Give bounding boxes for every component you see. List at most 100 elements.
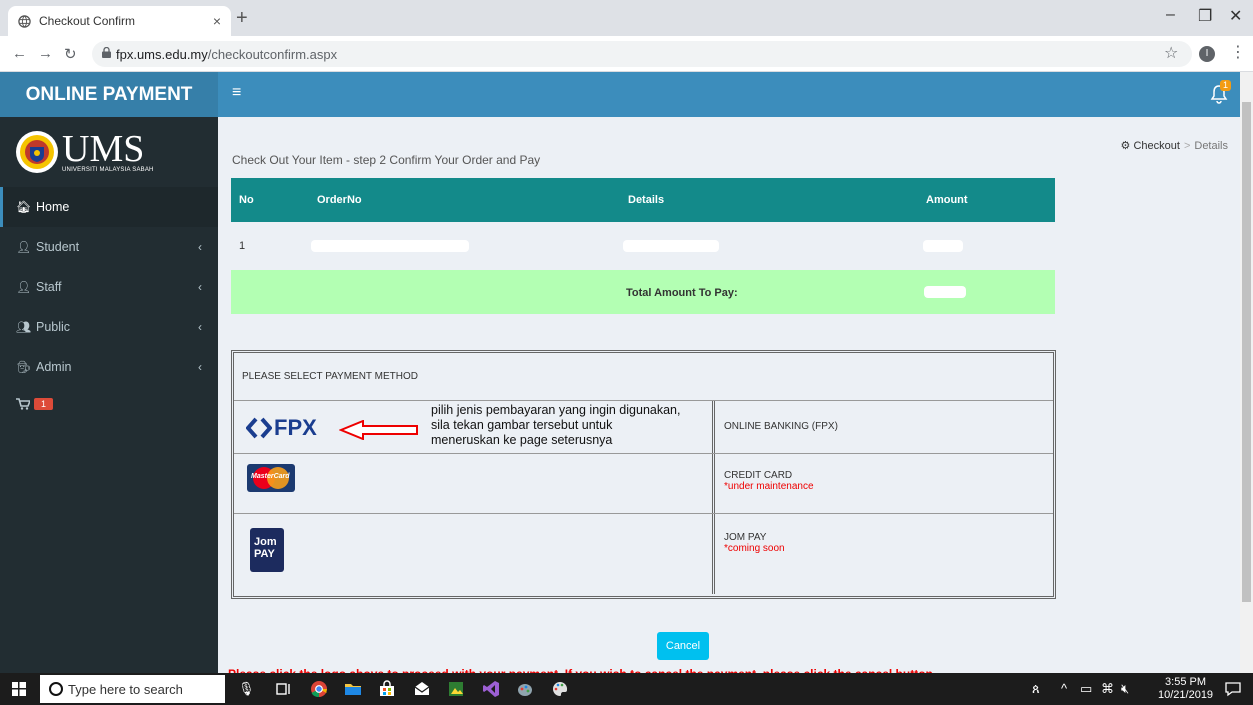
fpx-cell: FPX pilih jenis pembayaran yang ingin di… bbox=[234, 401, 715, 453]
breadcrumb-checkout[interactable]: Checkout bbox=[1133, 140, 1179, 152]
sidebar-item-label: Home bbox=[36, 200, 70, 214]
fpx-chevrons-icon bbox=[246, 417, 272, 439]
chevron-left-icon: ‹ bbox=[198, 240, 202, 254]
column-header-amount: Amount bbox=[926, 194, 968, 206]
store-icon[interactable] bbox=[378, 680, 396, 698]
sidebar: UMS UNIVERSITI MALAYSIA SABAH 🏠︎ Home 👤︎… bbox=[0, 117, 218, 673]
total-label: Total Amount To Pay: bbox=[626, 287, 738, 299]
windows-taskbar: Type here to search 🎙︎ ጰ ^ ▭ ⌘ 🔇︎ 3:55 P… bbox=[0, 673, 1253, 705]
jompay-logo[interactable]: Jom PAY bbox=[250, 528, 284, 572]
user-icon: 👤︎ bbox=[16, 280, 32, 294]
search-placeholder: Type here to search bbox=[68, 681, 183, 697]
browser-tab-bar: Checkout Confirm × + – ❐ ✕ bbox=[0, 0, 1253, 36]
sidebar-item-public[interactable]: 👥︎ Public ‹ bbox=[0, 307, 218, 347]
battery-icon[interactable]: ▭ bbox=[1080, 681, 1092, 697]
column-header-no: No bbox=[239, 194, 254, 206]
photos-icon[interactable] bbox=[447, 680, 465, 698]
menu-kebab-icon[interactable]: ⋮ bbox=[1230, 42, 1246, 62]
mail-icon[interactable] bbox=[413, 680, 431, 698]
sidebar-item-cart[interactable]: 1 bbox=[0, 387, 218, 421]
table-header: No OrderNo Details Amount bbox=[231, 178, 1055, 222]
fpx-logo[interactable]: FPX bbox=[246, 415, 317, 441]
paint-palette-icon[interactable] bbox=[551, 680, 569, 698]
url-field[interactable]: fpx.ums.edu.my/checkoutconfirm.aspx bbox=[92, 41, 1192, 67]
browser-tab[interactable]: Checkout Confirm × bbox=[8, 6, 231, 36]
visual-studio-icon[interactable] bbox=[482, 680, 500, 698]
chrome-icon[interactable] bbox=[310, 680, 328, 698]
jompay-logo-text: Jom PAY bbox=[254, 536, 277, 560]
jompay-label: JOM PAY bbox=[724, 532, 767, 543]
app-logo[interactable]: ONLINE PAYMENT bbox=[0, 72, 218, 117]
notification-center-icon[interactable] bbox=[1224, 680, 1242, 698]
payment-method-box: PLEASE SELECT PAYMENT METHOD FPX pilih j… bbox=[231, 350, 1056, 599]
scrollbar-thumb[interactable] bbox=[1242, 102, 1251, 602]
breadcrumb: ⚙ Checkout > Details bbox=[1121, 139, 1228, 152]
page-title: Check Out Your Item - step 2 Confirm You… bbox=[232, 153, 541, 167]
windows-start-icon[interactable] bbox=[12, 682, 26, 696]
lock-icon bbox=[102, 47, 111, 58]
payment-hint-text: pilih jenis pembayaran yang ingin diguna… bbox=[431, 403, 681, 447]
payment-option-fpx: FPX pilih jenis pembayaran yang ingin di… bbox=[234, 401, 1053, 454]
payment-option-credit-card: MasterCard CREDIT CARD *under maintenanc… bbox=[234, 454, 1053, 514]
new-tab-button[interactable]: + bbox=[236, 7, 248, 30]
credit-card-method: CREDIT CARD *under maintenance bbox=[718, 470, 814, 492]
credit-card-label: CREDIT CARD bbox=[724, 470, 793, 481]
cancel-button[interactable]: Cancel bbox=[657, 632, 709, 660]
sidebar-toggle-icon[interactable]: ≡ bbox=[232, 84, 241, 102]
sidebar-item-label: Admin bbox=[36, 360, 72, 374]
red-arrow-icon bbox=[339, 420, 418, 440]
minimize-icon[interactable]: – bbox=[1166, 6, 1175, 24]
fpx-logo-text: FPX bbox=[274, 415, 317, 440]
ums-seal-icon bbox=[16, 131, 58, 173]
reload-icon[interactable]: ↻ bbox=[64, 45, 77, 63]
tab-close-icon[interactable]: × bbox=[213, 13, 221, 29]
row-number: 1 bbox=[239, 240, 246, 252]
close-window-icon[interactable]: ✕ bbox=[1229, 6, 1242, 26]
network-icon[interactable]: ⌘ bbox=[1101, 681, 1114, 697]
task-view-icon[interactable] bbox=[275, 680, 293, 698]
brand-block: UMS UNIVERSITI MALAYSIA SABAH bbox=[0, 117, 218, 187]
microphone-icon[interactable]: 🎙︎ bbox=[238, 681, 255, 697]
clock-time: 3:55 PM bbox=[1165, 676, 1207, 688]
forward-icon[interactable]: → bbox=[38, 45, 53, 62]
taskbar-search-box[interactable]: Type here to search bbox=[40, 675, 225, 703]
mastercard-logo[interactable]: MasterCard bbox=[247, 464, 295, 492]
notification-badge: 1 bbox=[1220, 80, 1232, 91]
sidebar-item-label: Staff bbox=[36, 280, 62, 294]
breadcrumb-separator: > bbox=[1183, 140, 1191, 152]
sidebar-item-label: Public bbox=[36, 320, 71, 334]
brand-name: UMS bbox=[62, 128, 145, 170]
chevron-left-icon: ‹ bbox=[198, 360, 202, 374]
fpx-method-label: ONLINE BANKING (FPX) bbox=[724, 421, 838, 432]
bookmark-star-icon[interactable]: ☆ bbox=[1164, 43, 1178, 63]
chevron-up-icon[interactable]: ^ bbox=[1061, 681, 1067, 696]
top-navbar: ONLINE PAYMENT ≡ 1 bbox=[0, 72, 1240, 117]
sidebar-item-home[interactable]: 🏠︎ Home bbox=[0, 187, 218, 227]
sidebar-item-student[interactable]: 👤︎ Student ‹ bbox=[0, 227, 218, 267]
jompay-cell: Jom PAY bbox=[234, 514, 715, 594]
sidebar-item-staff[interactable]: 👤︎ Staff ‹ bbox=[0, 267, 218, 307]
sidebar-item-label: Student bbox=[36, 240, 80, 254]
redacted-details bbox=[623, 240, 719, 252]
file-explorer-icon[interactable] bbox=[344, 680, 362, 698]
profile-avatar[interactable]: I bbox=[1199, 46, 1215, 62]
order-table: No OrderNo Details Amount 1 Total Amount… bbox=[231, 178, 1055, 314]
scrollbar[interactable] bbox=[1240, 72, 1253, 673]
sidebar-item-admin[interactable]: 🕵︎ Admin ‹ bbox=[0, 347, 218, 387]
url-host: fpx.ums.edu.my bbox=[116, 46, 208, 62]
address-bar-row: ← → ↻ fpx.ums.edu.my/checkoutconfirm.asp… bbox=[0, 36, 1253, 72]
restore-icon[interactable]: ❐ bbox=[1198, 6, 1212, 26]
credit-card-note: *under maintenance bbox=[724, 481, 814, 492]
chevron-left-icon: ‹ bbox=[198, 320, 202, 334]
people-icon[interactable]: ጰ bbox=[1032, 681, 1040, 697]
payment-method-title: PLEASE SELECT PAYMENT METHOD bbox=[234, 353, 1053, 401]
jompay-note: *coming soon bbox=[724, 543, 785, 554]
volume-muted-icon[interactable]: 🔇︎ bbox=[1121, 681, 1129, 697]
payment-option-jompay: Jom PAY JOM PAY *coming soon bbox=[234, 514, 1053, 594]
back-icon[interactable]: ← bbox=[12, 45, 27, 62]
system-clock[interactable]: 3:55 PM 10/21/2019 bbox=[1158, 676, 1213, 702]
cart-icon bbox=[16, 398, 30, 410]
column-header-orderno: OrderNo bbox=[317, 194, 362, 206]
app-icon-paint[interactable] bbox=[516, 680, 534, 698]
redacted-total bbox=[924, 286, 966, 298]
